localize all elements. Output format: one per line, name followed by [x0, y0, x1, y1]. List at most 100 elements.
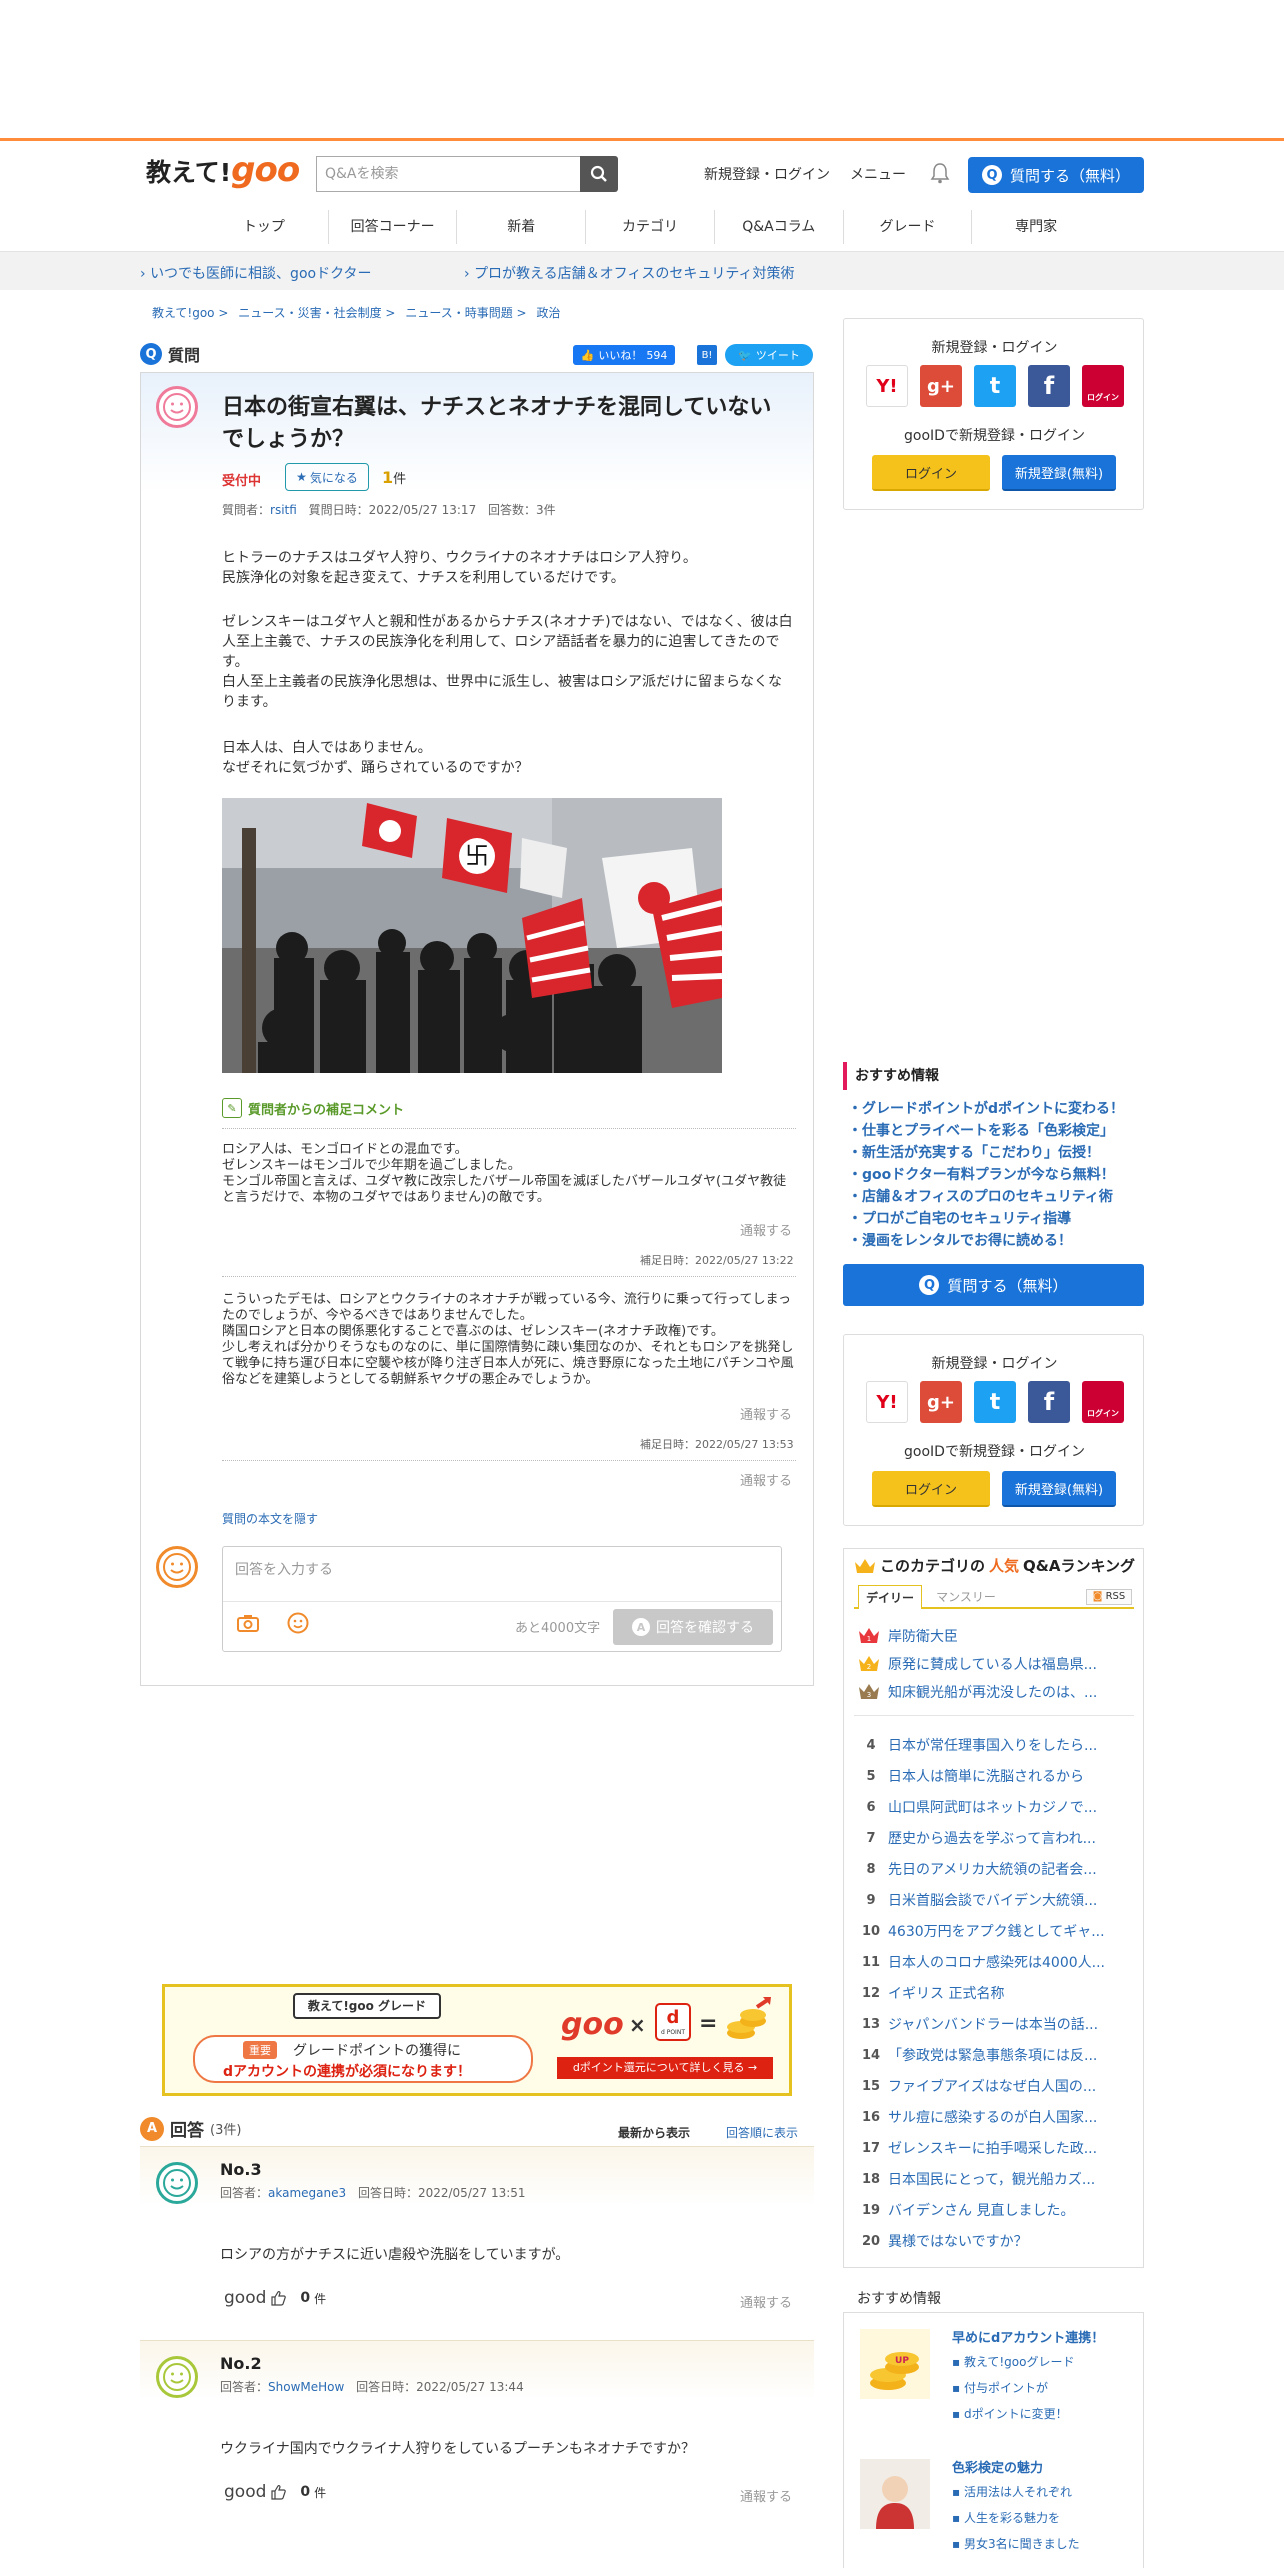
gnav-item-column[interactable]: Q&Aコラム [715, 210, 844, 244]
portrait-thumbnail[interactable] [860, 2459, 930, 2529]
ranking-item[interactable]: 20 異様ではないですか？ [854, 2231, 1134, 2251]
recommend-item[interactable]: ・新生活が充実する「こだわり」伝授！ [848, 1142, 1124, 1164]
ranking-item[interactable]: 17 ゼレンスキーに拍手喝采した政... [854, 2138, 1134, 2158]
gnav-item-category[interactable]: カテゴリ [586, 210, 715, 244]
recommend-item[interactable]: ・プロがご自宅のセキュリティ指導 [848, 1208, 1124, 1230]
tweet-button[interactable]: 🐦 ツイート [725, 344, 813, 366]
ranking-item[interactable]: 15 ファイブアイズはなぜ白人国の... [854, 2076, 1134, 2096]
gnav-item-top[interactable]: トップ [200, 210, 329, 244]
breadcrumb-item[interactable]: ニュース・災害・社会制度 > [238, 306, 395, 320]
recommend2-sub[interactable]: ▪ dポイントに変更！ [952, 2405, 1068, 2422]
answerer-avatar[interactable] [156, 2162, 198, 2204]
yahoo-login-icon[interactable]: Y! [866, 1381, 908, 1423]
answerer-link[interactable]: akamegane3 [268, 2186, 346, 2200]
recommend2-title[interactable]: 色彩検定の魅力 [952, 2457, 1043, 2476]
camera-icon[interactable] [237, 1613, 259, 1633]
recommend2-sub[interactable]: ▪ 教えて!gooグレード [952, 2353, 1074, 2370]
recommend2-sub[interactable]: ▪ 付与ポイントが [952, 2379, 1048, 2396]
register-button[interactable]: 新規登録(無料) [1002, 1471, 1116, 1507]
login-button[interactable]: ログイン [872, 1471, 990, 1507]
recommend-item[interactable]: ・グレードポイントがdポイントに変わる！ [848, 1098, 1124, 1120]
report-link[interactable]: 通報する [740, 2292, 792, 2311]
ranking-item[interactable]: 1 岸防衛大臣 [854, 1625, 1134, 1647]
twitter-login-icon[interactable]: t [974, 365, 1016, 407]
ranking-item[interactable]: 10 4630万円をアプク銭としてギャ... [854, 1921, 1134, 1941]
gnav-item-new[interactable]: 新着 [457, 210, 587, 244]
answer-input[interactable]: 回答を入力する [235, 1559, 333, 1579]
ranking-item[interactable]: 11 日本人のコロナ感染死は4000人... [854, 1952, 1134, 1972]
report-link[interactable]: 通報する [740, 2486, 792, 2505]
recommend-item[interactable]: ・漫画をレンタルでお得に読める！ [848, 1230, 1124, 1252]
docomo-login-icon[interactable]: ログイン [1082, 1381, 1124, 1423]
sort-newest-tab[interactable]: 最新から表示 [618, 2124, 690, 2141]
ranking-item[interactable]: 18 日本国民にとって，観光船カズ... [854, 2169, 1134, 2189]
sort-oldest-link[interactable]: 回答順に表示 [726, 2124, 798, 2141]
ranking-item[interactable]: 12 イギリス 正式名称 [854, 1983, 1134, 2003]
facebook-login-icon[interactable]: f [1028, 1381, 1070, 1423]
ranking-item[interactable]: 4 日本が常任理事国入りをしたら... [854, 1735, 1134, 1755]
google-login-icon[interactable]: g+ [920, 1381, 962, 1423]
coins-thumbnail[interactable]: UP [860, 2329, 930, 2399]
grade-cta-button[interactable]: dポイント還元について詳しく見る → [557, 2057, 773, 2079]
twitter-login-icon[interactable]: t [974, 1381, 1016, 1423]
search-input[interactable]: Q&Aを検索 [316, 156, 580, 192]
report-link[interactable]: 通報する [740, 1470, 792, 1489]
register-button[interactable]: 新規登録(無料) [1002, 455, 1116, 491]
good-button[interactable]: good 0 件 [224, 2482, 326, 2502]
header-ask-button[interactable]: Q 質問する（無料） [968, 157, 1144, 193]
recommend2-title[interactable]: 早めにdアカウント連携！ [952, 2327, 1104, 2346]
ranking-item[interactable]: 13 ジャパンバンドラーは本当の話... [854, 2014, 1134, 2034]
gnav-item-grade[interactable]: グレード [844, 210, 973, 244]
recommend2-sub[interactable]: ▪ 人生を彩る魅力を [952, 2509, 1060, 2526]
header-menu-link[interactable]: メニュー [850, 164, 906, 184]
recommend2-sub[interactable]: ▪ 活用法は人それぞれ [952, 2483, 1072, 2500]
recommend-item[interactable]: ・仕事とプライベートを彩る「色彩検定」 [848, 1120, 1124, 1142]
grade-banner[interactable]: 教えて!goo グレード 重要 グレードポイントの獲得に dアカウントの連携が必… [162, 1984, 792, 2096]
recommend-item[interactable]: ・店舗＆オフィスのプロのセキュリティ術 [848, 1186, 1124, 1208]
ranking-item[interactable]: 2 原発に賛成している人は福島県... [854, 1653, 1134, 1675]
docomo-login-icon[interactable]: ログイン [1082, 365, 1124, 407]
gnav-item-expert[interactable]: 専門家 [972, 210, 1100, 244]
breadcrumb-item[interactable]: ニュース・時事問題 > [405, 306, 526, 320]
ranking-item[interactable]: 7 歴史から過去を学ぶって言われ... [854, 1828, 1134, 1848]
hatena-bookmark-button[interactable]: B! [697, 345, 717, 365]
ranking-item[interactable]: 16 サル痘に感染するのが白人国家... [854, 2107, 1134, 2127]
bell-icon[interactable] [930, 162, 950, 188]
promo-link-security[interactable]: › プロが教える店舗＆オフィスのセキュリティ対策術 [464, 263, 795, 283]
sidebar-ask-button[interactable]: Q 質問する（無料） [843, 1264, 1144, 1306]
ranking-item[interactable]: 6 山口県阿武町はネットカジノで... [854, 1797, 1134, 1817]
promo-link-doctor[interactable]: › いつでも医師に相談、gooドクター [140, 263, 372, 283]
breadcrumb-item[interactable]: 政治 [536, 306, 560, 320]
report-link[interactable]: 通報する [740, 1220, 792, 1239]
answerer-avatar[interactable] [156, 2356, 198, 2398]
login-button[interactable]: ログイン [872, 455, 990, 491]
asker-link[interactable]: rsitfi [270, 503, 297, 517]
facebook-like-button[interactable]: 👍 いいね！ 594 [573, 345, 675, 365]
asker-avatar[interactable] [156, 386, 198, 428]
ranking-item[interactable]: 5 日本人は簡単に洗脳されるから [854, 1766, 1134, 1786]
tab-monthly[interactable]: マンスリー [928, 1585, 1004, 1609]
ranking-item[interactable]: 19 バイデンさん 見直しました。 [854, 2200, 1134, 2220]
breadcrumb-item[interactable]: 教えて!goo > [152, 306, 228, 320]
watch-button[interactable]: ★ 気になる [285, 463, 369, 491]
ranking-item[interactable]: 3 知床観光船が再沈没したのは、... [854, 1681, 1134, 1703]
google-login-icon[interactable]: g+ [920, 365, 962, 407]
yahoo-login-icon[interactable]: Y! [866, 365, 908, 407]
gnav-item-answer-corner[interactable]: 回答コーナー [329, 210, 458, 244]
rss-button[interactable]: ◙ RSS [1086, 1589, 1132, 1605]
emoji-icon[interactable] [287, 1612, 309, 1634]
ranking-item[interactable]: 9 日米首脳会談でバイデン大統領... [854, 1890, 1134, 1910]
answerer-link[interactable]: ShowMeHow [268, 2380, 344, 2394]
good-button[interactable]: good 0 件 [224, 2288, 326, 2308]
tab-daily[interactable]: デイリー [858, 1585, 922, 1609]
hide-question-link[interactable]: 質問の本文を隠す [222, 1510, 318, 1527]
report-link[interactable]: 通報する [740, 1404, 792, 1423]
confirm-answer-button[interactable]: A 回答を確認する [613, 1609, 773, 1645]
recommend-item[interactable]: ・gooドクター有料プランが今なら無料！ [848, 1164, 1124, 1186]
ranking-item[interactable]: 8 先日のアメリカ大統領の記者会... [854, 1859, 1134, 1879]
site-logo[interactable]: 教えて! goo [146, 150, 300, 194]
ranking-item[interactable]: 14 「参政党は緊急事態条項には反... [854, 2045, 1134, 2065]
header-login-link[interactable]: 新規登録・ログイン [704, 164, 830, 184]
facebook-login-icon[interactable]: f [1028, 365, 1070, 407]
search-button[interactable] [580, 156, 618, 192]
